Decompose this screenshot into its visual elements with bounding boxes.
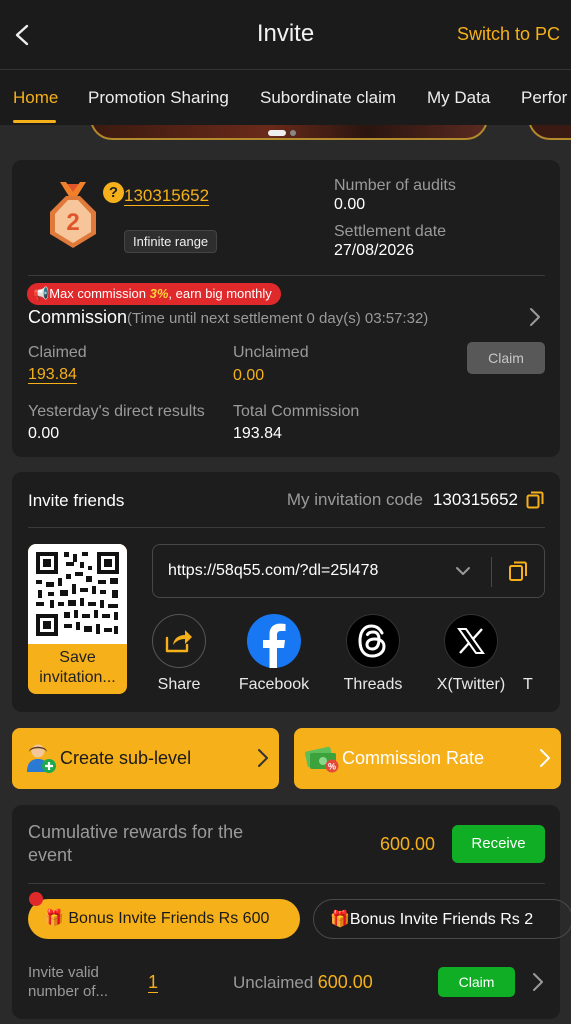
qr-code-image bbox=[36, 552, 119, 636]
invitation-link-text: https://58q55.com/?dl=25l478 bbox=[168, 562, 379, 579]
top-nav-bar: Invite Switch to PC bbox=[0, 0, 571, 70]
audits-value: 0.00 bbox=[334, 196, 366, 213]
chevron-left-icon bbox=[15, 24, 29, 46]
qr-code bbox=[28, 544, 127, 644]
cumulative-rewards-label: Cumulative rewards for the event bbox=[28, 822, 244, 865]
invite-title: Invite friends bbox=[28, 491, 125, 510]
bonus-pill[interactable]: 🎁Bonus Invite Friends Rs 2 bbox=[313, 899, 571, 939]
carousel-dot bbox=[290, 130, 296, 136]
user-id-link[interactable]: 130315652 bbox=[124, 186, 209, 206]
event-unclaimed: Unclaimed 600.00 bbox=[233, 972, 373, 992]
claimed-label: Claimed bbox=[28, 344, 87, 361]
active-tab-indicator bbox=[13, 120, 56, 123]
divider bbox=[28, 527, 545, 528]
claim-reward-button[interactable]: Claim bbox=[438, 967, 515, 997]
commission-row[interactable]: Commission(Time until next settlement 0 … bbox=[28, 307, 428, 328]
copy-link-icon[interactable] bbox=[508, 561, 528, 582]
tab-bar: Home Promotion Sharing Subordinate claim… bbox=[0, 70, 571, 125]
settlement-countdown: (Time until next settlement 0 day(s) 03:… bbox=[127, 310, 429, 327]
tab-promotion-sharing[interactable]: Promotion Sharing bbox=[88, 88, 229, 108]
commission-rate-button[interactable]: % Commission Rate bbox=[294, 728, 561, 789]
svg-text:2: 2 bbox=[66, 209, 79, 236]
event-rewards-card: Cumulative rewards for the event 600.00 … bbox=[12, 805, 571, 1019]
save-invitation-caption: Save invitation... bbox=[39, 649, 116, 686]
valid-invites-value[interactable]: 1 bbox=[148, 972, 158, 993]
share-button[interactable]: Share bbox=[134, 614, 224, 694]
max-commission-badge: 📢Max commission 3%, earn big monthly bbox=[27, 283, 281, 305]
chevron-right-icon[interactable] bbox=[528, 307, 542, 327]
help-icon[interactable]: ? bbox=[103, 182, 124, 203]
settlement-label: Settlement date bbox=[334, 223, 447, 240]
yesterday-results-value: 0.00 bbox=[28, 425, 60, 442]
more-share-label: T bbox=[523, 676, 533, 693]
facebook-share-button[interactable]: Facebook bbox=[229, 614, 319, 694]
gift-icon: 🎁 bbox=[330, 911, 350, 928]
link-divider bbox=[491, 557, 492, 587]
chevron-down-icon[interactable] bbox=[455, 565, 471, 577]
share-label: Share bbox=[157, 676, 201, 693]
megaphone-icon: 📢 bbox=[33, 286, 50, 301]
total-commission-label: Total Commission bbox=[233, 403, 360, 420]
unclaimed-value: 0.00 bbox=[233, 367, 265, 384]
commission-title: Commission bbox=[28, 307, 128, 327]
qr-save-card[interactable]: Save invitation... bbox=[28, 544, 127, 694]
share-icon bbox=[152, 614, 206, 668]
tab-performance[interactable]: Perfor bbox=[521, 88, 567, 108]
banner-image-next[interactable] bbox=[528, 125, 571, 140]
commission-rate-label: Commission Rate bbox=[342, 748, 485, 768]
invitation-code-row: My invitation code 130315652 bbox=[287, 490, 544, 510]
invitation-link-field[interactable]: https://58q55.com/?dl=25l478 bbox=[152, 544, 545, 598]
total-commission-value: 193.84 bbox=[233, 425, 282, 442]
facebook-label: Facebook bbox=[238, 676, 310, 693]
invitation-code-value: 130315652 bbox=[432, 490, 518, 509]
tab-home[interactable]: Home bbox=[13, 88, 58, 108]
back-button[interactable] bbox=[10, 20, 34, 50]
threads-share-button[interactable]: Threads bbox=[328, 614, 418, 694]
claimed-value[interactable]: 193.84 bbox=[28, 366, 77, 384]
chevron-right-icon[interactable] bbox=[531, 972, 545, 992]
chevron-right-icon bbox=[258, 749, 268, 767]
tab-my-data[interactable]: My Data bbox=[427, 88, 490, 108]
threads-icon bbox=[346, 614, 400, 668]
invitation-code-label: My invitation code bbox=[286, 490, 423, 509]
x-twitter-icon bbox=[444, 614, 498, 668]
copy-code-icon[interactable] bbox=[526, 491, 544, 509]
receive-button[interactable]: Receive bbox=[452, 825, 545, 863]
carousel-dot-active bbox=[268, 130, 286, 136]
claim-commission-button[interactable]: Claim bbox=[467, 342, 545, 374]
unclaimed-label: Unclaimed bbox=[233, 344, 309, 361]
banner-carousel[interactable] bbox=[0, 125, 571, 155]
audits-label: Number of audits bbox=[334, 177, 456, 194]
commission-card: 2 ? 130315652 Infinite range Number of a… bbox=[12, 160, 560, 457]
tab-subordinate-claim[interactable]: Subordinate claim bbox=[260, 88, 396, 108]
threads-label: Threads bbox=[343, 676, 403, 693]
yesterday-results-label: Yesterday's direct results bbox=[28, 403, 205, 420]
bonus-pill-active[interactable]: 🎁 Bonus Invite Friends Rs 600 bbox=[28, 899, 300, 939]
money-percent-icon: % bbox=[305, 746, 339, 773]
x-twitter-label: X(Twitter) bbox=[436, 676, 506, 693]
switch-to-pc-link[interactable]: Switch to PC bbox=[457, 24, 560, 45]
more-share-button[interactable]: T bbox=[523, 614, 553, 694]
valid-invites-label: Invite valid number of... bbox=[28, 964, 109, 1000]
facebook-icon bbox=[247, 614, 301, 668]
create-sub-level-button[interactable]: Create sub-level bbox=[12, 728, 279, 789]
divider bbox=[28, 275, 545, 276]
svg-text:%: % bbox=[328, 762, 336, 772]
cumulative-rewards-value: 600.00 bbox=[380, 834, 436, 854]
carousel-indicator bbox=[268, 130, 296, 136]
notification-dot bbox=[29, 892, 43, 906]
add-user-icon bbox=[27, 744, 56, 773]
level-badge-icon: 2 bbox=[50, 182, 96, 248]
settlement-value: 27/08/2026 bbox=[334, 242, 415, 259]
chevron-right-icon bbox=[540, 749, 550, 767]
range-tag: Infinite range bbox=[124, 230, 218, 253]
divider bbox=[28, 883, 545, 884]
create-sub-level-label: Create sub-level bbox=[60, 748, 192, 768]
x-twitter-share-button[interactable]: X(Twitter) bbox=[426, 614, 516, 694]
invite-friends-card: Invite friends My invitation code 130315… bbox=[12, 472, 560, 712]
gift-icon: 🎁 bbox=[44, 910, 64, 927]
